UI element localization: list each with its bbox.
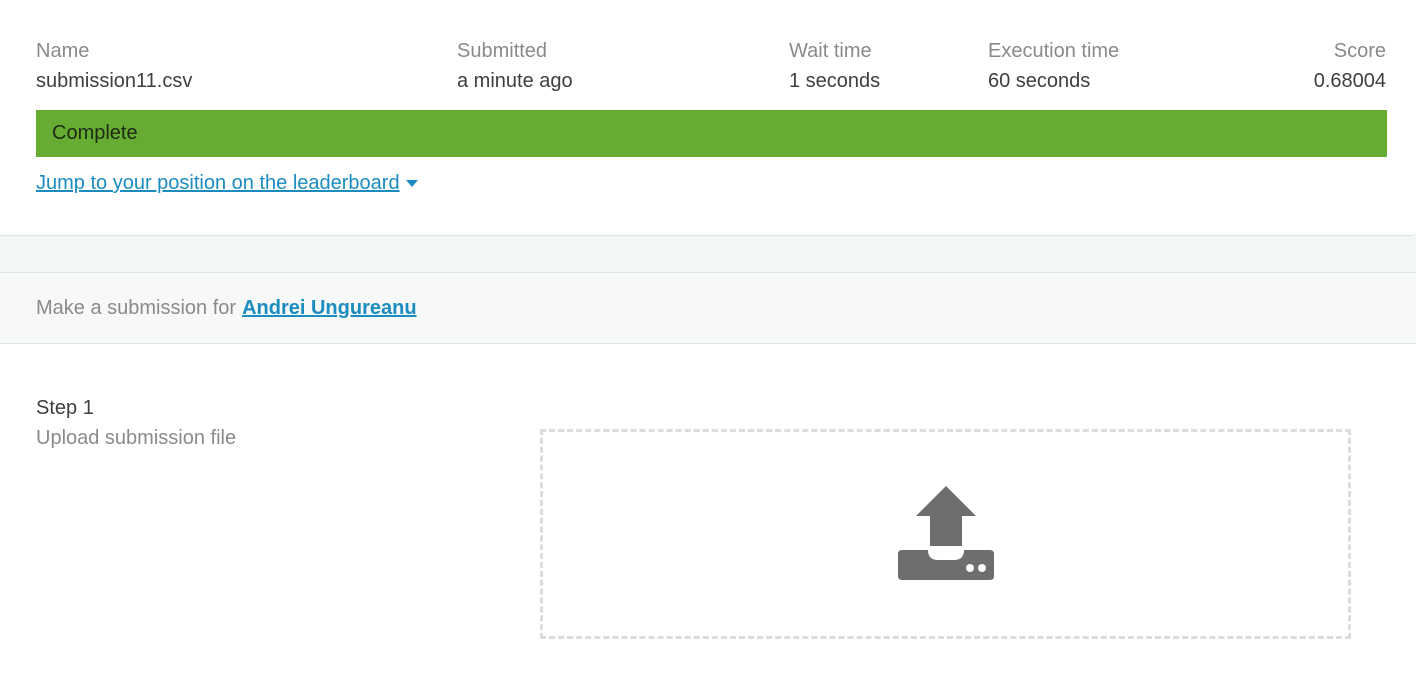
make-submission-card: Make a submission for Andrei Ungureanu S… (0, 272, 1416, 677)
submission-filename: submission11.csv (36, 70, 193, 92)
column-execution-time: Execution time 60 seconds (988, 38, 1119, 94)
caret-down-icon (405, 180, 418, 187)
status-label: Complete (52, 122, 138, 144)
status-bar: Complete (36, 110, 1387, 157)
user-link[interactable]: Andrei Ungureanu (242, 297, 416, 320)
upload-icon (897, 486, 994, 580)
wait-time-value: 1 seconds (789, 70, 881, 92)
column-label: Name (36, 40, 90, 62)
score-value: 0.68004 (1313, 70, 1386, 92)
column-label: Score (1333, 40, 1386, 62)
submission-header-prefix: Make a submission for (36, 296, 237, 319)
submission-header: Make a submission for Andrei Ungureanu (0, 273, 1416, 344)
column-score: Score 0.68004 (1314, 38, 1386, 94)
step-subtitle: Upload submission file (36, 427, 237, 449)
step-title: Step 1 (36, 397, 94, 419)
column-submitted: Submitted a minute ago (457, 38, 573, 94)
column-label: Wait time (789, 40, 872, 62)
column-wait-time: Wait time 1 seconds (789, 38, 880, 94)
column-label: Execution time (988, 40, 1120, 62)
execution-time-value: 60 seconds (988, 70, 1091, 92)
column-label: Submitted (457, 40, 548, 62)
submission-result-card: Name submission11.csv Submitted a minute… (0, 0, 1416, 236)
submitted-time: a minute ago (457, 70, 573, 92)
jump-link-label: Jump to your position on the leaderboard (36, 172, 400, 194)
column-name: Name submission11.csv (36, 38, 192, 94)
file-dropzone[interactable] (540, 429, 1351, 639)
jump-to-leaderboard-link[interactable]: Jump to your position on the leaderboard (36, 172, 418, 195)
